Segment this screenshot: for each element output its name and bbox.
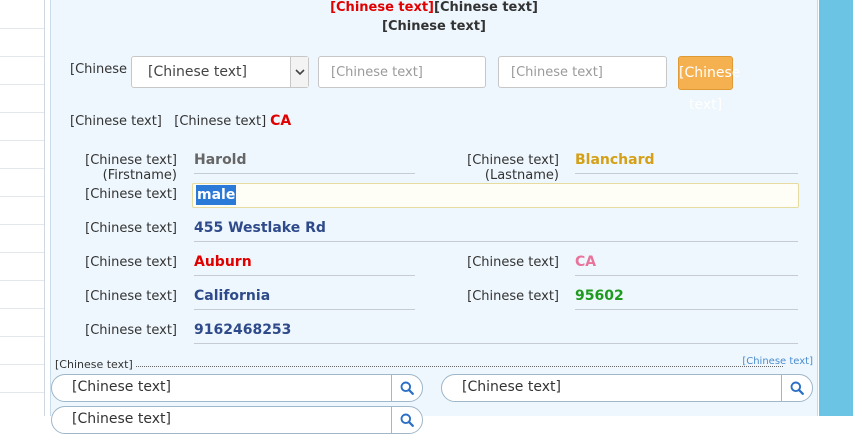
sponsor-search-box[interactable]: [Chinese text]: [51, 374, 423, 402]
sponsor-search-box[interactable]: [Chinese text]: [51, 406, 423, 434]
notice-line-1: [Chinese text][Chinese text]: [51, 0, 817, 17]
state-full-value: California: [194, 288, 415, 310]
city-input[interactable]: [318, 56, 486, 88]
zip-label: [Chinese text]: [467, 289, 559, 304]
street-value: 455 Westlake Rd: [194, 220, 798, 242]
sponsor-search-text: [Chinese text]: [72, 411, 171, 427]
sidebar-divider: [0, 84, 44, 85]
lastname-label: [Chinese text](Lastname): [467, 153, 559, 183]
notice-body: [Chinese text]: [434, 0, 538, 15]
sponsor-bar: [Chinese text] [Chinese text]: [55, 356, 813, 372]
address-panel: [Chinese text][Chinese text] [Chinese te…: [50, 0, 818, 434]
select-value: [Chinese text]: [148, 64, 247, 80]
city-label: [Chinese text]: [85, 255, 177, 270]
restriction-label: [Chinese text]: [70, 114, 162, 129]
left-sidebar: [0, 0, 45, 416]
sidebar-divider: [0, 308, 44, 309]
notice-text: [Chinese text][Chinese text] [Chinese te…: [51, 0, 817, 36]
phone-value: 9162468253: [194, 322, 798, 344]
restriction-row: [Chinese text] [Chinese text] CA: [70, 113, 291, 129]
sponsor-search-text: [Chinese text]: [72, 379, 171, 395]
gender-label: [Chinese text]: [85, 187, 177, 202]
sidebar-divider: [0, 364, 44, 365]
sponsor-search-box[interactable]: [Chinese text]: [441, 374, 813, 402]
sidebar-divider: [0, 56, 44, 57]
sidebar-divider: [0, 28, 44, 29]
firstname-value: Harold: [194, 152, 415, 174]
sponsor-divider: [117, 366, 783, 367]
search-icon[interactable]: [781, 375, 812, 401]
zip-input[interactable]: [498, 56, 667, 88]
zip-value: 95602: [575, 288, 798, 310]
restriction-state-label: [Chinese text]: [174, 114, 267, 129]
sidebar-divider: [0, 336, 44, 337]
city-value: Auburn: [194, 254, 415, 276]
chevron-down-icon[interactable]: [290, 57, 308, 87]
search-icon[interactable]: [391, 407, 422, 433]
street-label: [Chinese text]: [85, 221, 177, 236]
sponsor-label: [Chinese text]: [55, 358, 135, 371]
ad-label: [Chinese text]: [742, 356, 813, 367]
sidebar-divider: [0, 168, 44, 169]
sponsor-search-text: [Chinese text]: [462, 379, 561, 395]
sidebar-divider: [0, 392, 44, 393]
phone-label: [Chinese text]: [85, 323, 177, 338]
sidebar-divider: [0, 252, 44, 253]
filter-row: [Chinese text] [Chinese text] [Chinese t…: [51, 56, 817, 113]
lastname-value: Blanchard: [575, 152, 798, 174]
gender-value: male: [196, 185, 237, 205]
submit-button[interactable]: [Chinese text]: [678, 56, 740, 113]
search-icon[interactable]: [391, 375, 422, 401]
sidebar-divider: [0, 112, 44, 113]
sidebar-divider: [0, 224, 44, 225]
notice-line-2: [Chinese text]: [382, 19, 486, 34]
sidebar-divider: [0, 196, 44, 197]
sidebar-divider: [0, 280, 44, 281]
random-state-select[interactable]: [Chinese text]: [131, 56, 309, 88]
state-label: [Chinese text]: [467, 255, 559, 270]
right-sidebar: [819, 0, 853, 416]
state-value: CA: [575, 254, 798, 276]
gender-field[interactable]: male: [192, 183, 799, 208]
sidebar-divider: [0, 140, 44, 141]
restriction-state-value: CA: [270, 113, 292, 129]
firstname-label: [Chinese text](Firstname): [85, 153, 177, 183]
state-full-label: [Chinese text]: [85, 289, 177, 304]
notice-highlight: [Chinese text]: [330, 0, 434, 15]
